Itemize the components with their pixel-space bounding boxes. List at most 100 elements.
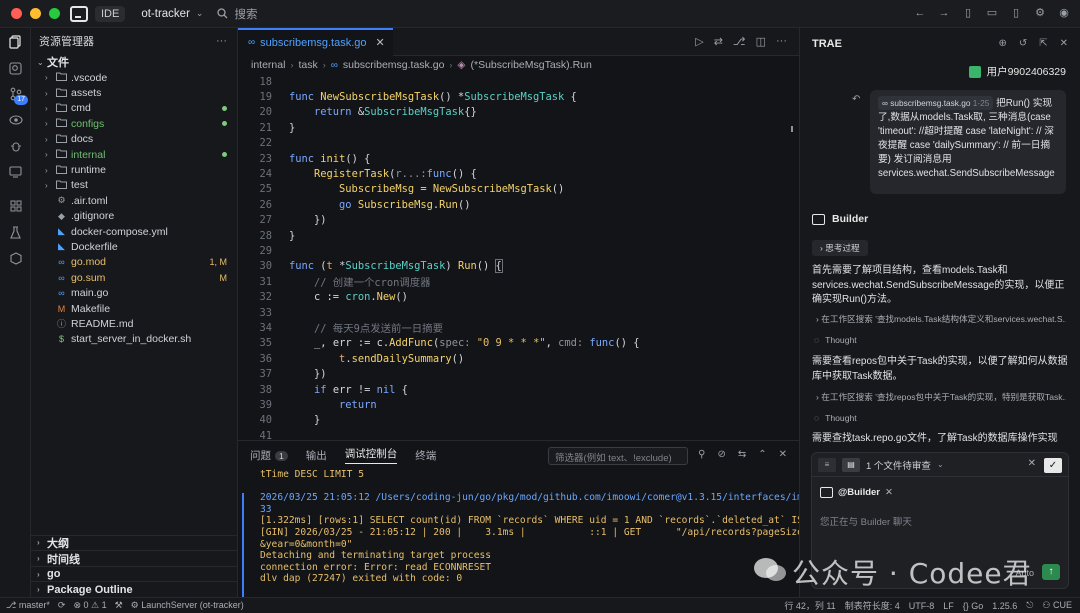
chat-input-field[interactable]: 您正在与 Builder 聊天 — [820, 514, 912, 528]
toggle-panel-icon[interactable]: ▭ — [986, 7, 998, 19]
undo-icon[interactable]: ↶ — [852, 94, 860, 105]
files-section-header[interactable]: ⌄ 文件 — [31, 54, 237, 70]
agent-selector[interactable]: @Builder ✕ — [820, 487, 893, 498]
accept-all-button[interactable]: ✓ — [1044, 458, 1062, 473]
folder-item[interactable]: › assets — [31, 85, 237, 100]
search-icon[interactable] — [0, 55, 31, 81]
outline-section[interactable]: › 大纲 — [31, 534, 238, 551]
timeline-section[interactable]: › 时间线 — [31, 550, 238, 566]
console-filter-input[interactable]: 筛选器(例如 text、!exclude) — [548, 447, 688, 465]
chevron-down-icon[interactable]: ⌄ — [196, 8, 204, 19]
switch-panel-icon[interactable]: ⇆ — [738, 449, 746, 460]
breadcrumb-task[interactable]: task — [298, 59, 317, 71]
file-item[interactable]: $ start_server_in_docker.sh — [31, 332, 237, 347]
breadcrumb-internal[interactable]: internal — [251, 59, 285, 71]
run-icon[interactable]: ▷ — [695, 35, 703, 48]
problems-status[interactable]: ⊗ 0 ⚠ 1 — [73, 600, 106, 611]
file-view-icon[interactable]: ▤ — [842, 457, 860, 472]
close-tab-icon[interactable]: ✕ — [376, 36, 385, 49]
tab-problems[interactable]: 问题 1 — [250, 448, 288, 463]
split-editor-icon[interactable]: ◫ — [756, 35, 766, 48]
thinking-toggle[interactable]: › 思考过程 — [812, 240, 868, 256]
tab-output[interactable]: 输出 — [306, 448, 327, 463]
file-item[interactable]: ⚙ .air.toml — [31, 193, 237, 208]
language-mode[interactable]: {} Go — [963, 601, 984, 611]
source-control-icon[interactable]: 17 — [0, 81, 31, 107]
send-button[interactable]: ↑ — [1042, 564, 1060, 580]
folder-item[interactable]: › docs — [31, 132, 237, 147]
project-name[interactable]: ot-tracker — [141, 8, 190, 20]
file-item[interactable]: ⓘ README.md — [31, 316, 237, 331]
go-section[interactable]: › go — [31, 565, 238, 582]
more-actions-icon[interactable]: ··· — [216, 35, 227, 47]
folder-item[interactable]: › configs — [31, 116, 237, 131]
encoding[interactable]: UTF-8 — [909, 601, 935, 611]
ide-mode-label[interactable]: IDE — [95, 5, 126, 22]
clear-console-icon[interactable]: ⊘ — [717, 449, 725, 460]
file-item[interactable]: ◣ Dockerfile — [31, 239, 237, 254]
new-chat-icon[interactable]: ⊕ — [998, 38, 1006, 49]
close-panel-icon[interactable]: ✕ — [779, 449, 787, 460]
global-search[interactable]: 搜索 — [217, 6, 257, 22]
breadcrumb-symbol[interactable]: (*SubscribeMsgTask).Run — [470, 59, 591, 71]
sync-icon[interactable]: ⟳ — [58, 600, 66, 611]
remote-explorer-icon[interactable] — [0, 159, 31, 185]
back-arrow-icon[interactable]: ← — [914, 7, 926, 19]
cue-status[interactable]: ⚇ CUE — [1042, 600, 1072, 611]
file-item[interactable]: ∞ main.go — [31, 285, 237, 300]
file-item[interactable]: ◆ .gitignore — [31, 209, 237, 224]
notifications-icon[interactable]: ⎋ — [1026, 600, 1033, 611]
folder-item[interactable]: › runtime — [31, 162, 237, 177]
debug-console-output[interactable]: tTime DESC LIMIT 5 2026/03/25 21:05:12 /… — [238, 469, 799, 598]
breadcrumb-file[interactable]: subscribemsg.task.go — [343, 59, 445, 71]
file-item[interactable]: M Makefile — [31, 301, 237, 316]
launch-status[interactable]: ⚙ LaunchServer (ot-tracker) — [131, 600, 244, 611]
more-actions-icon[interactable]: ··· — [776, 35, 787, 48]
file-item[interactable]: ∞ go.mod 1, M — [31, 255, 237, 270]
list-view-icon[interactable]: ≡ — [818, 457, 836, 472]
thought-toggle[interactable]: ◌ Thought — [814, 413, 857, 423]
code-view[interactable]: 18 19 func NewSubscribeMsgTask() *Subscri… — [238, 74, 799, 443]
folder-item[interactable]: › .vscode — [31, 70, 237, 85]
close-icon[interactable]: ✕ — [1060, 38, 1068, 49]
explorer-files-icon[interactable] — [0, 29, 31, 55]
cursor-position[interactable]: 行 42，列 11 — [784, 599, 835, 612]
compare-icon[interactable]: ⇄ — [714, 35, 723, 48]
folder-item[interactable]: › internal — [31, 147, 237, 162]
folder-item[interactable]: › test — [31, 178, 237, 193]
package-outline-section[interactable]: › Package Outline — [31, 581, 238, 597]
open-external-icon[interactable]: ⇱ — [1039, 38, 1047, 49]
debug-bug-icon[interactable] — [0, 133, 31, 159]
toggle-chat-icon[interactable]: ▯ — [1010, 7, 1022, 19]
source-control-diff-icon[interactable]: ⎇ — [733, 35, 746, 48]
reject-all-icon[interactable]: ✕ — [1028, 458, 1036, 469]
history-icon[interactable]: ↺ — [1019, 38, 1027, 49]
forward-arrow-icon[interactable]: → — [938, 7, 950, 19]
chevron-down-icon[interactable]: ⌄ — [937, 460, 944, 469]
tab-debug-console[interactable]: 调试控制台 — [344, 446, 398, 464]
tab-terminal[interactable]: 终端 — [415, 448, 436, 463]
file-item[interactable]: ◣ docker-compose.yml — [31, 224, 237, 239]
filter-icon[interactable]: ⚲ — [698, 449, 705, 460]
minimize-window-button[interactable] — [30, 8, 41, 19]
branch-status[interactable]: ⎇ master* — [6, 600, 50, 611]
account-icon[interactable]: ◉ — [1058, 7, 1070, 19]
editor-tab-active[interactable]: ∞ subscribemsg.task.go ✕ — [238, 27, 393, 56]
file-item[interactable]: ∞ go.sum M — [31, 270, 237, 285]
folder-item[interactable]: › cmd — [31, 101, 237, 116]
tab-size[interactable]: 制表符长度: 4 — [845, 599, 900, 612]
run-debug-icon[interactable] — [0, 107, 31, 133]
go-version[interactable]: 1.25.6 — [992, 601, 1017, 611]
search-step[interactable]: › 在工作区搜索 '查找models.Task结构体定义和services.we… — [816, 313, 1066, 325]
file-reference-chip[interactable]: ∞ subscribemsg.task.go 1-25 — [878, 96, 994, 110]
toggle-sidebar-icon[interactable]: ▯ — [962, 7, 974, 19]
search-step[interactable]: › 在工作区搜索 '查找repos包中关于Task的实现，特别是获取Task..… — [816, 391, 1066, 403]
containers-icon[interactable] — [0, 245, 31, 271]
settings-gear-icon[interactable]: ⚙ — [1034, 7, 1046, 19]
maximize-panel-icon[interactable]: ⌃ — [758, 449, 766, 460]
line-ending[interactable]: LF — [943, 601, 954, 611]
thought-toggle[interactable]: ◌ Thought — [814, 335, 857, 345]
maximize-window-button[interactable] — [49, 8, 60, 19]
testing-flask-icon[interactable] — [0, 219, 31, 245]
extensions-icon[interactable] — [0, 193, 31, 219]
